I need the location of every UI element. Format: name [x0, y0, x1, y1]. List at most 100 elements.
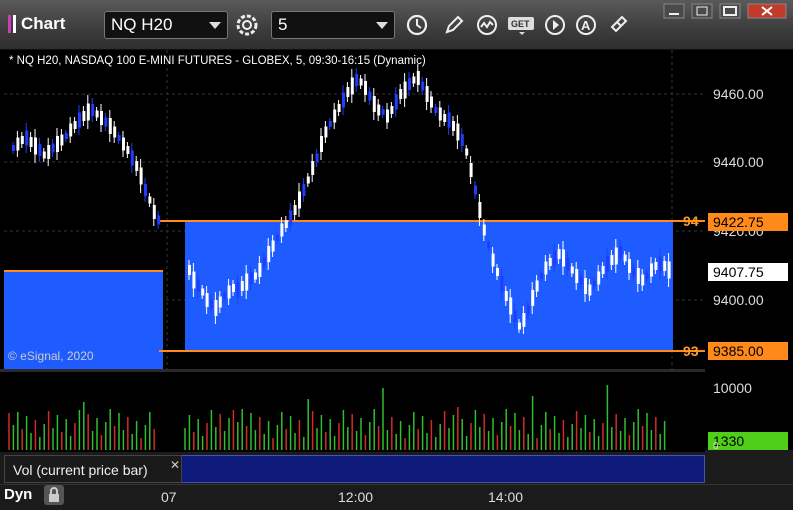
candle-body [522, 313, 526, 327]
candle-body [315, 153, 319, 163]
app-title-label: Chart [21, 14, 66, 33]
candle-body [236, 282, 240, 298]
candle-body [196, 280, 200, 292]
candle-body [69, 123, 73, 137]
candle-body [342, 92, 345, 108]
candle-body [311, 161, 315, 175]
candle-body [663, 261, 667, 271]
candle-body [614, 247, 618, 265]
candle-body [421, 81, 425, 91]
candle-body [130, 150, 134, 166]
upper-level-label: 94 [683, 213, 699, 229]
lock-button[interactable] [44, 485, 64, 505]
close-button[interactable] [746, 2, 788, 20]
symbol-settings-button[interactable] [233, 11, 261, 39]
candle-body [64, 133, 68, 139]
volume-study-label[interactable]: Vol (current price bar) [4, 455, 182, 483]
gear-icon [236, 14, 258, 36]
draw-button[interactable] [440, 11, 468, 39]
get-button[interactable]: GET [507, 11, 537, 39]
candle-body [223, 293, 227, 299]
candle-body [667, 261, 671, 279]
candle-body [474, 185, 477, 195]
candle-body [469, 163, 473, 177]
candle-body [430, 96, 433, 108]
candle-body [434, 107, 438, 113]
candle-body [535, 280, 539, 292]
dynamic-mode-label[interactable]: Dyn [4, 486, 32, 503]
price-axis[interactable]: 9460.00 9440.00 9420.00 9400.00 9422.75 … [705, 50, 793, 452]
studies-button[interactable] [474, 11, 502, 39]
candle-body [636, 268, 640, 284]
candle-body [34, 137, 37, 155]
candle-body [482, 224, 486, 236]
volume-tick: 0 [713, 441, 719, 452]
candle-body [157, 215, 161, 225]
chart-info: * NQ H20, NASDAQ 100 E-MINI FUTURES - GL… [9, 55, 426, 67]
time-button[interactable] [403, 11, 431, 39]
candle-body [496, 268, 499, 276]
candle-body [403, 81, 407, 99]
candle-body [500, 276, 504, 292]
candle-body [16, 137, 20, 151]
candle-body [368, 91, 372, 101]
volume-plot[interactable] [0, 372, 705, 452]
candle-body [100, 111, 103, 125]
candle-body [487, 242, 491, 248]
candle-body [447, 112, 451, 128]
close-icon[interactable]: ✕ [170, 458, 180, 472]
candle-body [460, 134, 464, 146]
time-axis[interactable]: 07 12:00 14:00 [0, 484, 793, 510]
time-tick: 14:00 [488, 489, 524, 505]
play-button[interactable] [541, 11, 569, 39]
candle-body [579, 275, 583, 285]
toolbar: Chart NQ H20 5 GET A [0, 0, 793, 50]
volume-pane[interactable] [0, 372, 705, 452]
candle-body [584, 278, 587, 294]
candle-body [333, 109, 337, 123]
candle-body [610, 255, 614, 265]
price-chart[interactable] [0, 50, 705, 370]
candle-body [456, 123, 460, 141]
time-tick: 07 [161, 489, 177, 505]
candle-body [394, 94, 398, 110]
candle-body [51, 143, 55, 153]
candle-body [122, 137, 125, 151]
restore-button[interactable] [690, 2, 714, 20]
candle-body [82, 111, 86, 121]
play-icon [545, 15, 565, 35]
candle-body [258, 263, 262, 277]
minimize-button[interactable] [662, 2, 686, 20]
candle-body [491, 253, 495, 267]
time-tick: 12:00 [338, 489, 374, 505]
candle-body [377, 104, 381, 116]
candle-body [359, 78, 363, 86]
maximize-button[interactable] [718, 2, 742, 20]
interval-select[interactable]: 5 [271, 11, 395, 39]
candle-body [588, 284, 592, 296]
candle-body [390, 106, 394, 114]
candle-body [443, 114, 447, 122]
candle-body [350, 77, 354, 95]
candle-body [412, 76, 416, 84]
candle-body [372, 96, 376, 112]
app-title: Chart [8, 12, 65, 36]
candle-body [245, 273, 249, 291]
candle-body [575, 269, 579, 283]
candle-body [289, 210, 293, 226]
alert-a-icon: A [576, 15, 596, 35]
candle-body [232, 284, 235, 292]
link-button[interactable] [605, 11, 633, 39]
candle-body [42, 151, 46, 159]
candle-body [566, 258, 570, 270]
candle-body [645, 273, 649, 279]
study-wave-icon [477, 15, 497, 35]
candle-body [408, 78, 411, 90]
symbol-select[interactable]: NQ H20 [104, 11, 228, 39]
chevron-down-icon [209, 21, 221, 29]
candle-body [592, 281, 596, 287]
candle-body [227, 285, 231, 299]
price-plot[interactable] [4, 50, 705, 370]
alert-button[interactable]: A [573, 11, 601, 39]
upper-level-tag: 9422.75 [708, 213, 788, 231]
